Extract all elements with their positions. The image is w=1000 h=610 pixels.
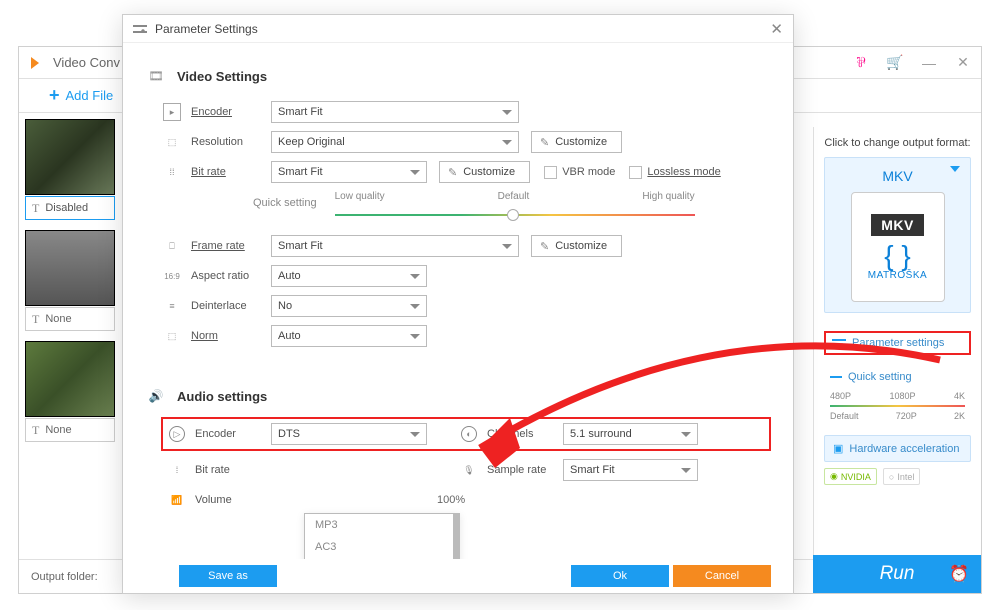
video-section-header: 🎞 Video Settings [145,67,771,85]
clip-subtitle-select[interactable]: Disabled [25,196,115,220]
save-as-button[interactable]: Save as [179,565,277,587]
audio-encoder-dropdown: MP3 AC3 EAC3 DTS [304,513,460,559]
audio-encoder-icon: ▷ [169,426,185,442]
dialog-title: Parameter Settings [155,22,258,36]
quick-setting-link[interactable]: Quick setting [824,369,971,385]
framerate-customize-button[interactable]: Customize [531,235,622,257]
speaker-icon: 🔊 [145,387,167,405]
bitrate-icon: ⁞⁞ [163,163,181,181]
resolution-select[interactable]: Keep Original [271,131,519,153]
samplerate-icon: 🎙 [461,462,477,478]
audio-bitrate-icon: ⁞ [169,462,185,478]
framerate-select[interactable]: Smart Fit [271,235,519,257]
bitrate-select[interactable]: Smart Fit [271,161,427,183]
dropdown-scrollbar[interactable] [453,514,459,559]
clip-thumbnail[interactable] [25,341,115,417]
audio-section-header: 🔊 Audio settings [145,387,771,405]
app-logo-icon [29,55,45,71]
clip-thumbnail[interactable] [25,119,115,195]
volume-icon: 📶 [169,492,185,508]
channels-icon: ◐ [461,426,477,442]
intel-badge: ○ Intel [883,468,920,485]
dialog-titlebar: Parameter Settings ✕ [123,15,793,43]
encoder-icon: ▸ [163,103,181,121]
aspect-select[interactable]: Auto [271,265,427,287]
deinterlace-label: Deinterlace [191,300,271,312]
mkv-icon: MKV { } MATROŠKA [851,192,945,302]
aspect-label: Aspect ratio [191,270,271,282]
parameter-settings-link[interactable]: Parameter settings [824,331,971,355]
output-panel: Click to change output format: MKV MKV {… [813,127,981,559]
quality-slider-thumb[interactable] [507,209,519,221]
add-files-button[interactable]: Add File [49,85,113,106]
bitrate-customize-button[interactable]: Customize [439,161,530,183]
video-encoder-select[interactable]: Smart Fit [271,101,519,123]
deinterlace-select[interactable]: No [271,295,427,317]
framerate-label: Frame rate [191,240,271,252]
output-format-box[interactable]: MKV MKV { } MATROŠKA [824,157,971,313]
audio-bitrate-label: Bit rate [195,464,271,476]
volume-percent: 100% [437,494,465,506]
audio-encoder-label: Encoder [195,428,271,440]
chevron-down-icon [950,166,960,172]
app-title: Video Conv [53,55,120,70]
channels-select[interactable]: 5.1 surround [563,423,698,445]
film-icon: 🎞 [145,67,167,85]
nvidia-badge: ◉ NVIDIA [824,468,877,485]
output-format-title: Click to change output format: [824,137,971,149]
dropdown-item-ac3[interactable]: AC3 [305,536,459,558]
quick-setting-slider[interactable]: 480P1080P4K Default720P2K [824,391,971,421]
quick-setting-label: Quick setting [253,197,317,209]
minimize-button[interactable]: — [921,55,937,71]
parameter-settings-dialog: Parameter Settings ✕ 🎞 Video Settings ▸ … [122,14,794,594]
deinterlace-icon: ≡ [163,297,181,315]
samplerate-label: Sample rate [487,464,563,476]
dialog-close-button[interactable]: ✕ [770,20,783,38]
close-button[interactable]: ✕ [955,55,971,71]
clip-subtitle-select[interactable]: None [25,307,115,331]
clip-subtitle-select[interactable]: None [25,418,115,442]
framerate-icon: ⎕ [163,237,181,255]
settings-icon [133,25,147,33]
cart-icon[interactable]: 🛒 [887,55,903,71]
dialog-footer: Save as Ok Cancel [123,559,793,593]
video-encoder-label: Encoder [191,106,271,118]
audio-encoder-row: ▷ Encoder DTS ◐ Channels 5.1 surround [161,417,771,451]
resolution-label: Resolution [191,136,271,148]
hardware-acceleration-toggle[interactable]: Hardware acceleration [824,435,971,462]
quality-slider-area[interactable]: Low quality Default High quality [335,191,695,216]
key-icon[interactable]: ⅌ [853,55,869,71]
ok-button[interactable]: Ok [571,565,669,587]
resolution-customize-button[interactable]: Customize [531,131,622,153]
norm-label: Norm [191,330,271,342]
output-folder-label: Output folder: [31,571,98,583]
alarm-icon[interactable]: ⏰ [949,564,969,584]
bitrate-label: Bit rate [191,166,271,178]
aspect-icon: 16:9 [163,267,181,285]
norm-icon: ⬚ [163,327,181,345]
cancel-button[interactable]: Cancel [673,565,771,587]
samplerate-select[interactable]: Smart Fit [563,459,698,481]
format-name: MKV [831,164,964,192]
clip-thumbnail[interactable] [25,230,115,306]
clip-list: Disabled None None [19,113,119,442]
norm-select[interactable]: Auto [271,325,427,347]
vbr-mode-checkbox[interactable]: VBR mode [544,166,615,179]
dropdown-item-mp3[interactable]: MP3 [305,514,459,536]
lossless-mode-checkbox[interactable]: Lossless mode [629,166,720,179]
resolution-icon: ⬚ [163,133,181,151]
audio-encoder-select[interactable]: DTS [271,423,427,445]
add-files-label: Add File [66,88,114,103]
volume-label: Volume [195,494,271,506]
dropdown-item-eac3[interactable]: EAC3 [305,558,459,559]
channels-label: Channels [487,428,563,440]
